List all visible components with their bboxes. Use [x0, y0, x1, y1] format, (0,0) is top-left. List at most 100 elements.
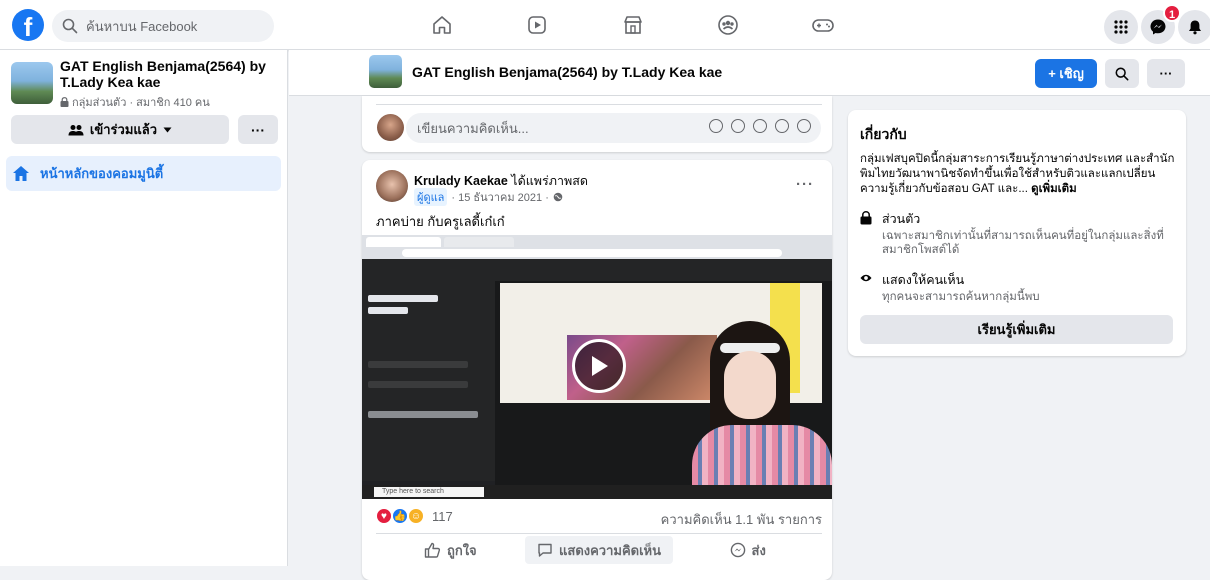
about-title: เกี่ยวกับ	[860, 126, 907, 142]
bell-icon	[1189, 20, 1201, 35]
like-button[interactable]: ถูกใจ	[376, 536, 525, 564]
lock-icon	[860, 211, 872, 225]
video-inner-line	[368, 411, 478, 418]
facebook-logo-letter: f	[23, 12, 33, 41]
haha-reaction-icon: ☺	[408, 508, 424, 524]
sidebar-item-label: หน้าหลักของคอมมูนิตี้	[40, 166, 164, 181]
privacy-text: ส่วนตัว เฉพาะสมาชิกเท่านั้นที่สามารถเห็น…	[882, 209, 1172, 257]
play-icon	[592, 356, 608, 376]
love-reaction-icon: ♥	[376, 508, 392, 524]
joined-button[interactable]: เข้าร่วมแล้ว	[11, 115, 229, 144]
messenger-button[interactable]: 1	[1141, 4, 1181, 44]
search-box[interactable]	[52, 10, 274, 42]
group-header-more-button[interactable]: ···	[1147, 59, 1185, 88]
invite-button[interactable]: + เชิญ	[1035, 59, 1097, 88]
post-author-name[interactable]: Krulady Kaekae	[414, 174, 508, 188]
avatar[interactable]	[377, 114, 404, 141]
divider	[376, 533, 822, 534]
group-search-button[interactable]	[1105, 59, 1139, 88]
joined-label: เข้าร่วมแล้ว	[89, 122, 158, 137]
marketplace-icon[interactable]	[618, 10, 648, 40]
gaming-icon[interactable]	[808, 10, 838, 40]
see-more-link[interactable]: ดูเพิ่มเติม	[1031, 183, 1077, 195]
lock-icon	[60, 97, 69, 107]
video-browser-url	[402, 249, 782, 257]
comments-count[interactable]: ความคิดเห็น 1.1 พัน รายการ	[660, 509, 822, 530]
left-sidebar: GAT English Benjama(2564) by T.Lady Kea …	[0, 50, 288, 566]
video-browser-tab	[444, 237, 514, 247]
facebook-logo[interactable]: f	[12, 9, 44, 41]
group-sticky-header: GAT English Benjama(2564) by T.Lady Kea …	[289, 50, 1210, 96]
video-browser-tab	[366, 237, 441, 247]
visibility-title: แสดงให้คนเห็น	[882, 273, 965, 287]
search-icon	[62, 18, 78, 34]
privacy-row: ส่วนตัว เฉพาะสมาชิกเท่านั้นที่สามารถเห็น…	[860, 209, 1172, 257]
post-date[interactable]: · 15 ธันวาคม 2021 ·	[451, 188, 548, 206]
video-inner-line	[368, 295, 438, 302]
video-inner-line	[368, 307, 408, 314]
group-meta-text: กลุ่มส่วนตัว · สมาชิก 410 คน	[72, 97, 210, 109]
video-browser-bar	[362, 235, 832, 259]
learn-more-button[interactable]: เรียนรู้เพิ่มเติม	[860, 315, 1173, 344]
reaction-summary[interactable]: ♥ 👍 ☺ 117	[376, 508, 453, 524]
about-description-text: กลุ่มเฟสบุคปิดนี้กลุ่มสาระการเรียนรู้ภาษ…	[860, 153, 1175, 195]
like-reaction-icon: 👍	[392, 508, 408, 524]
visibility-row: แสดงให้คนเห็น ทุกคนจะสามารถค้นหากลุ่มนี้…	[860, 270, 1172, 304]
top-navigation-bar: f 1	[0, 0, 1210, 50]
groups-icon[interactable]	[713, 10, 743, 40]
visibility-description: ทุกคนจะสามารถค้นหากลุ่มนี้พบ	[882, 291, 1040, 303]
video-inner-line	[368, 381, 468, 388]
gif-icon[interactable]	[775, 119, 789, 133]
privacy-title: ส่วนตัว	[882, 212, 921, 226]
group-header-thumbnail[interactable]	[369, 55, 402, 88]
video-inner-topbar	[362, 259, 832, 281]
globe-icon	[553, 192, 563, 202]
video-taskbar-search: Type here to search	[374, 487, 484, 497]
comment-button[interactable]: แสดงความคิดเห็น	[524, 536, 674, 564]
watch-icon[interactable]	[522, 10, 552, 40]
post-action-text: ได้แพร่ภาพสด	[511, 174, 588, 188]
avatar-sticker-icon[interactable]	[797, 119, 811, 133]
menu-button[interactable]	[1104, 10, 1138, 44]
about-description: กลุ่มเฟสบุคปิดนี้กลุ่มสาระการเรียนรู้ภาษ…	[860, 152, 1175, 197]
post-actions: ถูกใจ แสดงความคิดเห็น ส่ง	[376, 536, 822, 564]
post-more-button[interactable]: ···	[796, 176, 814, 193]
visibility-text: แสดงให้คนเห็น ทุกคนจะสามารถค้นหากลุ่มนี้…	[882, 270, 1172, 304]
post-author-avatar[interactable]	[376, 170, 408, 202]
divider	[376, 104, 822, 105]
live-video[interactable]: Type here to search	[362, 235, 832, 499]
notifications-button[interactable]	[1178, 10, 1210, 44]
comment-input[interactable]: เขียนความคิดเห็น...	[406, 113, 821, 143]
eye-icon	[860, 274, 872, 282]
sticker-icon[interactable]	[709, 119, 723, 133]
play-button[interactable]	[572, 339, 626, 393]
group-meta: กลุ่มส่วนตัว · สมาชิก 410 คน	[60, 93, 210, 111]
comment-label: แสดงความคิดเห็น	[559, 542, 662, 558]
group-title[interactable]: GAT English Benjama(2564) by T.Lady Kea …	[60, 58, 275, 90]
caret-down-icon	[163, 127, 172, 132]
messenger-icon	[1150, 19, 1166, 35]
group-more-button[interactable]: ···	[238, 115, 278, 144]
group-cover-thumbnail[interactable]	[11, 62, 53, 104]
messenger-send-icon	[730, 542, 745, 558]
emoji-icon[interactable]	[731, 119, 745, 133]
video-inner-sidebar	[362, 281, 495, 481]
members-icon	[68, 124, 84, 135]
comment-placeholder: เขียนความคิดเห็น...	[417, 120, 529, 136]
admin-badge: ผู้ดูแล	[414, 188, 448, 206]
share-button[interactable]: ส่ง	[673, 536, 822, 564]
video-presenter	[692, 315, 832, 499]
camera-icon[interactable]	[753, 119, 767, 133]
home-icon[interactable]	[427, 10, 457, 40]
comment-icon	[538, 543, 552, 557]
post-text: ภาคบ่าย กับครูเลดี้เก๋เก๋	[376, 214, 505, 229]
post-subtitle: ผู้ดูแล · 15 ธันวาคม 2021 ·	[414, 188, 563, 206]
thumbs-up-icon	[424, 542, 441, 558]
menu-grid-icon	[1114, 20, 1128, 34]
messenger-badge: 1	[1163, 4, 1181, 22]
sidebar-item-community-home[interactable]: หน้าหลักของคอมมูนิตี้	[6, 156, 281, 191]
search-input[interactable]	[86, 18, 256, 34]
video-inner-line	[368, 361, 468, 368]
group-header-title[interactable]: GAT English Benjama(2564) by T.Lady Kea …	[412, 64, 722, 80]
presenter-face	[724, 351, 776, 419]
